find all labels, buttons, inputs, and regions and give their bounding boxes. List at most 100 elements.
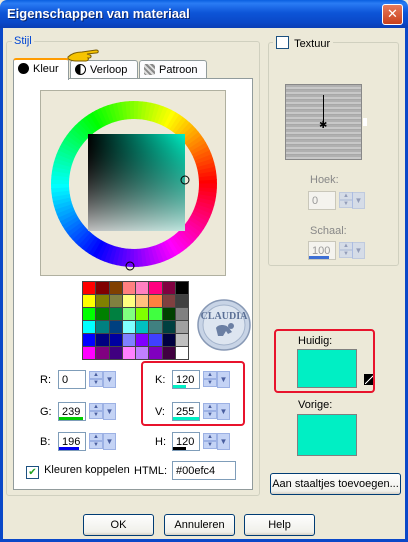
spin-up-icon[interactable]: ▲ [339, 192, 353, 200]
spin-down-icon[interactable]: ▼ [89, 441, 103, 449]
html-input[interactable] [172, 461, 236, 480]
tab-verloop[interactable]: Verloop [70, 60, 138, 80]
color-swatch[interactable] [109, 347, 122, 359]
spin-up-icon[interactable]: ▲ [89, 403, 103, 411]
spin-down-icon[interactable]: ▼ [339, 200, 353, 208]
color-swatch[interactable] [136, 282, 149, 294]
textuur-checkbox-box[interactable] [276, 36, 289, 49]
hoek-spinner[interactable]: ▲▼ ▼ [308, 191, 365, 210]
color-swatch[interactable] [149, 308, 162, 320]
color-swatch[interactable] [162, 295, 175, 307]
color-swatch[interactable] [149, 321, 162, 333]
b-dropdown-button[interactable]: ▼ [103, 433, 116, 450]
spin-down-icon[interactable]: ▼ [339, 250, 353, 258]
schaal-dropdown-button[interactable]: ▼ [352, 242, 365, 259]
color-swatch[interactable] [122, 334, 135, 346]
color-swatch[interactable] [122, 347, 135, 359]
h-dropdown-button[interactable]: ▼ [217, 433, 230, 450]
spin-up-icon[interactable]: ▲ [203, 433, 217, 441]
color-swatch[interactable] [162, 321, 175, 333]
add-to-swatches-button[interactable]: Aan staaltjes toevoegen... [270, 473, 401, 495]
color-swatch[interactable] [83, 347, 96, 359]
textuur-checkbox[interactable]: Textuur [273, 36, 334, 50]
schaal-spinner[interactable]: ▲▼ ▼ [308, 241, 365, 260]
spin-up-icon[interactable]: ▲ [89, 371, 103, 379]
stijl-group-label: Stijl [12, 35, 34, 47]
h-spin-buttons[interactable]: ▲ ▼ [203, 433, 217, 450]
kv-highlight-box [141, 361, 245, 426]
g-spinner[interactable]: ▲▼ ▼ [58, 402, 116, 421]
color-swatch[interactable] [109, 295, 122, 307]
hoek-input[interactable] [308, 191, 336, 210]
checkmark-icon[interactable]: ✔ [26, 466, 39, 479]
color-swatch[interactable] [149, 282, 162, 294]
textuur-label: Textuur [294, 38, 331, 50]
color-swatch[interactable] [122, 295, 135, 307]
color-swatch[interactable] [149, 347, 162, 359]
color-swatch[interactable] [83, 321, 96, 333]
r-spin-buttons[interactable]: ▲ ▼ [89, 371, 103, 388]
color-swatch[interactable] [96, 334, 109, 346]
color-swatch[interactable] [162, 347, 175, 359]
g-dropdown-button[interactable]: ▼ [103, 403, 116, 420]
color-swatch[interactable] [136, 334, 149, 346]
spin-down-icon[interactable]: ▼ [89, 379, 103, 387]
tab-kleur[interactable]: Kleur [13, 58, 69, 80]
color-swatch[interactable] [149, 334, 162, 346]
b-spin-buttons[interactable]: ▲ ▼ [89, 433, 103, 450]
h-spinner[interactable]: ▲▼ ▼ [172, 432, 230, 451]
vorige-color-swatch[interactable] [297, 414, 357, 456]
color-swatch[interactable] [96, 282, 109, 294]
schaal-spin-buttons[interactable]: ▲ ▼ [339, 242, 353, 259]
r-input[interactable] [58, 370, 86, 389]
spin-down-icon[interactable]: ▼ [203, 441, 217, 449]
color-swatch[interactable] [109, 321, 122, 333]
r-spinner[interactable]: ▲▼ ▼ [58, 370, 116, 389]
color-swatch[interactable] [175, 321, 188, 333]
color-swatch[interactable] [96, 295, 109, 307]
spin-down-icon[interactable]: ▼ [89, 411, 103, 419]
spin-up-icon[interactable]: ▲ [89, 433, 103, 441]
color-swatch[interactable] [83, 295, 96, 307]
color-swatch[interactable] [162, 308, 175, 320]
color-swatch[interactable] [136, 347, 149, 359]
color-swatch[interactable] [175, 308, 188, 320]
color-swatch[interactable] [175, 282, 188, 294]
color-swatch[interactable] [122, 308, 135, 320]
tab-verloop-label: Verloop [90, 64, 128, 76]
color-swatch[interactable] [162, 334, 175, 346]
color-swatch[interactable] [136, 308, 149, 320]
r-dropdown-button[interactable]: ▼ [103, 371, 116, 388]
hoek-dropdown-button[interactable]: ▼ [352, 192, 365, 209]
cancel-button[interactable]: Annuleren [164, 514, 235, 536]
color-swatch[interactable] [109, 308, 122, 320]
close-button[interactable]: ✕ [382, 4, 403, 25]
color-swatch[interactable] [83, 282, 96, 294]
color-wheel[interactable] [41, 91, 227, 277]
color-swatch[interactable] [162, 282, 175, 294]
help-button[interactable]: Help [244, 514, 315, 536]
color-swatch[interactable] [83, 308, 96, 320]
ok-button[interactable]: OK [83, 514, 154, 536]
color-swatch[interactable] [175, 347, 188, 359]
color-swatch[interactable] [109, 334, 122, 346]
spin-up-icon[interactable]: ▲ [339, 242, 353, 250]
color-swatch[interactable] [122, 321, 135, 333]
tab-patroon[interactable]: Patroon [139, 60, 207, 80]
color-swatch[interactable] [175, 334, 188, 346]
hoek-spin-buttons[interactable]: ▲ ▼ [339, 192, 353, 209]
color-swatch[interactable] [122, 282, 135, 294]
color-swatch[interactable] [175, 295, 188, 307]
color-picker-area[interactable] [40, 90, 226, 276]
color-swatch[interactable] [83, 334, 96, 346]
color-swatch[interactable] [96, 321, 109, 333]
g-spin-buttons[interactable]: ▲ ▼ [89, 403, 103, 420]
color-swatch[interactable] [96, 308, 109, 320]
color-swatch[interactable] [136, 321, 149, 333]
color-swatch[interactable] [96, 347, 109, 359]
color-swatch[interactable] [149, 295, 162, 307]
color-swatch[interactable] [136, 295, 149, 307]
b-spinner[interactable]: ▲▼ ▼ [58, 432, 116, 451]
kleuren-koppelen-checkbox[interactable]: ✔ Kleuren koppelen [26, 464, 130, 479]
color-swatch[interactable] [109, 282, 122, 294]
